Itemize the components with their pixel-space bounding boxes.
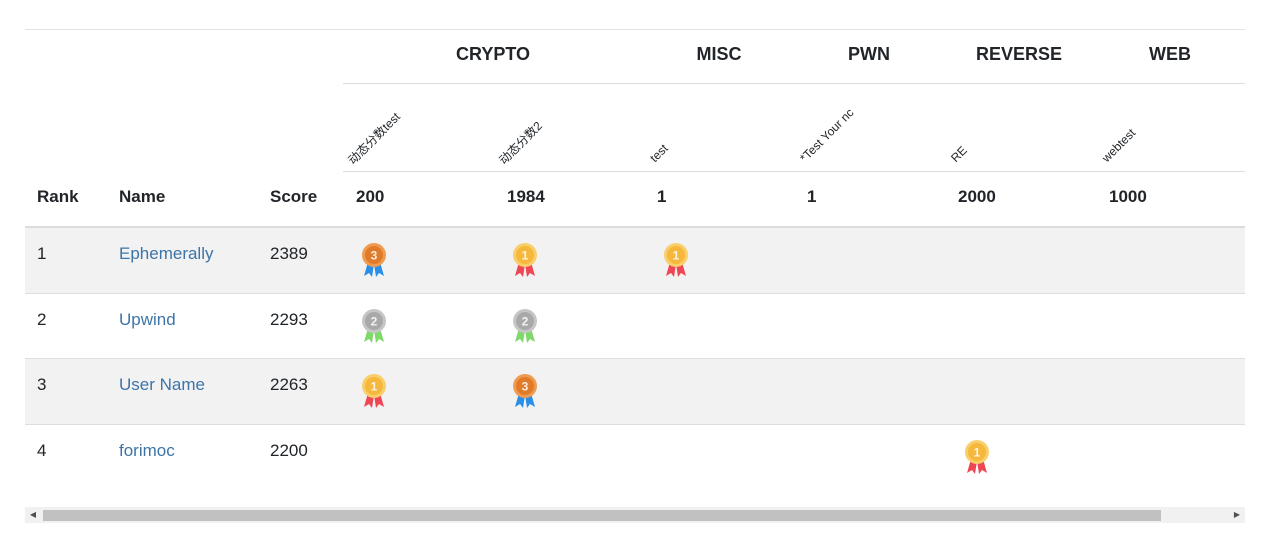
challenge-name: RE [948, 143, 970, 165]
challenge-points: 2000 [958, 187, 996, 206]
rank-cell: 2 [37, 310, 47, 329]
score-cell: 2389 [270, 244, 308, 263]
challenge-points: 1000 [1109, 187, 1147, 206]
medal-icon: 3 [511, 371, 539, 411]
divider [25, 29, 1245, 30]
team-name-link[interactable]: Upwind [119, 310, 176, 330]
table-row: 3 User Name 2263 1 3 [25, 359, 1245, 424]
medal-icon: 2 [511, 306, 539, 346]
svg-text:1: 1 [522, 249, 529, 263]
category-crypto: CRYPTO [455, 44, 530, 64]
svg-text:3: 3 [522, 380, 529, 394]
category-reverse: REVERSE [975, 44, 1063, 64]
divider [343, 83, 1245, 84]
column-score: Score [270, 187, 318, 206]
triangle-left-icon[interactable]: ◀ [25, 507, 41, 523]
table-row: 2 Upwind 2293 2 2 [25, 294, 1245, 358]
scoreboard: CRYPTO MISC PWN REVERSE WEB 动态分数test 动态分… [25, 0, 1245, 536]
table-row: 1 Ephemerally 2389 3 1 1 [25, 228, 1245, 293]
score-cell: 2263 [270, 375, 308, 394]
svg-text:1: 1 [974, 446, 981, 460]
challenge-points: 1 [657, 187, 667, 206]
medal-icon: 3 [360, 240, 388, 280]
medal-icon: 1 [511, 240, 539, 280]
category-web: WEB [1149, 44, 1191, 64]
challenge-name: test [647, 141, 671, 165]
rank-cell: 3 [37, 375, 47, 394]
challenge-name: webtest [1099, 125, 1139, 165]
challenge-points: 200 [356, 187, 385, 206]
svg-text:2: 2 [522, 315, 529, 329]
challenge-name: *Test Your nc [797, 105, 857, 165]
svg-text:2: 2 [371, 315, 378, 329]
score-cell: 2200 [270, 441, 308, 460]
rank-cell: 1 [37, 244, 47, 263]
rank-cell: 4 [37, 441, 47, 460]
team-name-link[interactable]: forimoc [119, 441, 175, 461]
category-pwn: PWN [848, 44, 890, 64]
challenge-points: 1984 [507, 187, 545, 206]
challenge-name: 动态分数2 [496, 118, 545, 168]
horizontal-scrollbar[interactable]: ◀ ▶ [25, 507, 1245, 523]
score-cell: 2293 [270, 310, 308, 329]
column-name: Name [119, 187, 166, 206]
challenge-name: 动态分数test [345, 109, 403, 168]
table-row: 4 forimoc 2200 1 [25, 425, 1245, 495]
triangle-right-icon[interactable]: ▶ [1229, 507, 1245, 523]
column-rank: Rank [37, 187, 79, 206]
svg-text:3: 3 [371, 249, 378, 263]
challenge-points: 1 [807, 187, 817, 206]
medal-icon: 1 [360, 371, 388, 411]
medal-icon: 1 [963, 437, 991, 477]
medal-icon: 2 [360, 306, 388, 346]
category-misc: MISC [696, 44, 742, 64]
divider [343, 171, 1245, 172]
scrollbar-thumb[interactable] [43, 510, 1161, 521]
medal-icon: 1 [662, 240, 690, 280]
team-name-link[interactable]: Ephemerally [119, 244, 214, 264]
svg-text:1: 1 [371, 380, 378, 394]
team-name-link[interactable]: User Name [119, 375, 205, 395]
svg-text:1: 1 [673, 249, 680, 263]
